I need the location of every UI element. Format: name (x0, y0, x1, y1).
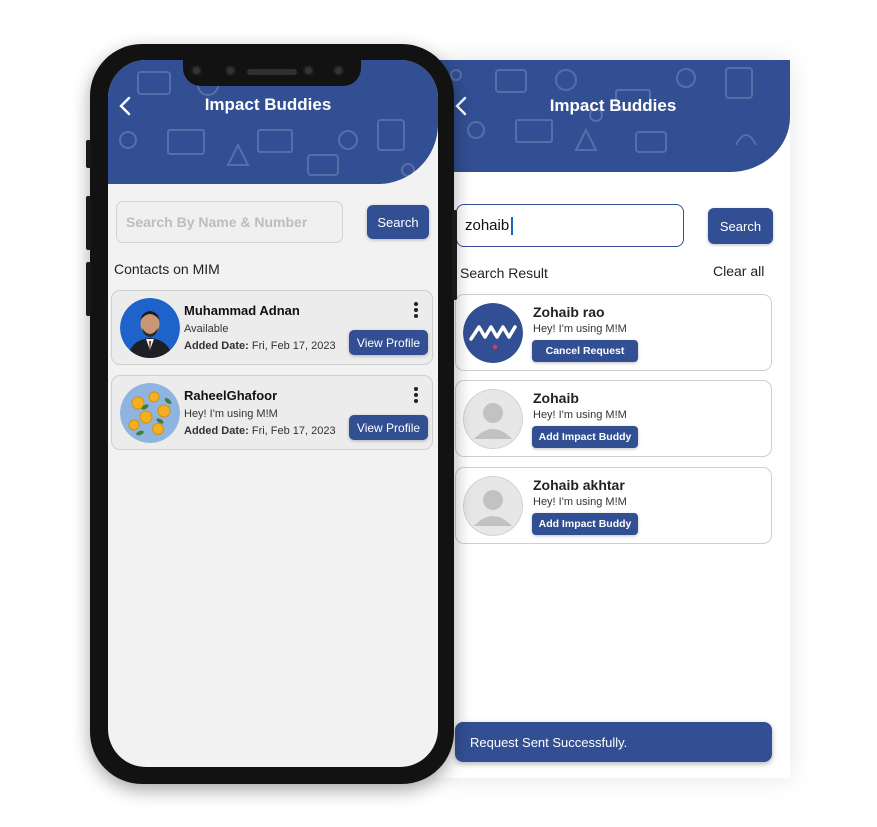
search-result-screen: Impact Buddies zohaib Search Search Resu… (436, 60, 790, 778)
contact-card: Muhammad Adnan Available Added Date: Fri… (111, 290, 433, 365)
cancel-request-button[interactable]: Cancel Request (532, 340, 638, 362)
default-user-avatar (463, 389, 523, 449)
text-caret (511, 216, 513, 235)
search-button[interactable]: Search (708, 208, 773, 244)
added-date: Added Date: Fri, Feb 17, 2023 (184, 340, 336, 352)
camera-icon (303, 65, 314, 76)
camera-icon (333, 65, 344, 76)
search-input[interactable]: zohaib (456, 204, 684, 247)
toast-message: Request Sent Successfully. (455, 722, 772, 762)
result-name: Zohaib rao (533, 304, 605, 320)
clear-all-button[interactable]: Clear all (713, 263, 764, 279)
contact-status: Hey! I'm using M!M (184, 408, 278, 420)
default-user-avatar (463, 476, 523, 536)
result-status: Hey! I'm using M!M (533, 323, 627, 335)
contact-name: RaheelGhafoor (184, 388, 278, 403)
mim-logo-avatar (463, 303, 523, 363)
page-title: Impact Buddies (204, 95, 332, 114)
phone-side-button (86, 140, 91, 168)
phone-side-button (86, 262, 91, 316)
added-date: Added Date: Fri, Feb 17, 2023 (184, 425, 336, 437)
contact-card: RaheelGhafoor Hey! I'm using M!M Added D… (111, 375, 433, 450)
camera-icon (191, 65, 202, 76)
camera-icon (225, 65, 236, 76)
search-result-label: Search Result (460, 265, 548, 281)
result-card: Zohaib akhtar Hey! I'm using M!M Add Imp… (455, 467, 772, 544)
phone-side-button (452, 210, 457, 300)
header-bar: Impact Buddies (436, 60, 790, 172)
result-status: Hey! I'm using M!M (533, 409, 627, 421)
contact-status: Available (184, 323, 229, 335)
search-input-value: zohaib (465, 217, 510, 234)
doodle-pattern (450, 67, 757, 153)
result-name: Zohaib (533, 390, 579, 406)
search-input[interactable]: Search By Name & Number (116, 201, 343, 243)
result-name: Zohaib akhtar (533, 477, 625, 493)
contacts-screen: Impact Buddies Search By Name & Number S… (108, 60, 438, 767)
search-placeholder: Search By Name & Number (126, 214, 308, 230)
added-date-label: Added Date: (184, 340, 249, 352)
more-vertical-icon[interactable] (412, 301, 420, 319)
contact-name: Muhammad Adnan (184, 303, 300, 318)
added-date-value: Fri, Feb 17, 2023 (251, 340, 336, 352)
view-profile-button[interactable]: View Profile (349, 415, 428, 440)
search-button[interactable]: Search (367, 205, 429, 239)
person-photo-avatar (120, 298, 180, 358)
result-card: Zohaib Hey! I'm using M!M Add Impact Bud… (455, 380, 772, 457)
speaker-grille (247, 69, 297, 75)
phone-side-button (86, 196, 91, 250)
page-title: Impact Buddies (549, 96, 677, 115)
result-card: Zohaib rao Hey! I'm using M!M Cancel Req… (455, 294, 772, 371)
lemons-photo-avatar (120, 383, 180, 443)
phone-notch (183, 58, 361, 86)
view-profile-button[interactable]: View Profile (349, 330, 428, 355)
added-date-value: Fri, Feb 17, 2023 (251, 425, 336, 437)
add-impact-buddy-button[interactable]: Add Impact Buddy (532, 426, 638, 448)
contacts-section-label: Contacts on MIM (114, 261, 220, 277)
added-date-label: Added Date: (184, 425, 249, 437)
add-impact-buddy-button[interactable]: Add Impact Buddy (532, 513, 638, 535)
more-vertical-icon[interactable] (412, 386, 420, 404)
result-status: Hey! I'm using M!M (533, 496, 627, 508)
